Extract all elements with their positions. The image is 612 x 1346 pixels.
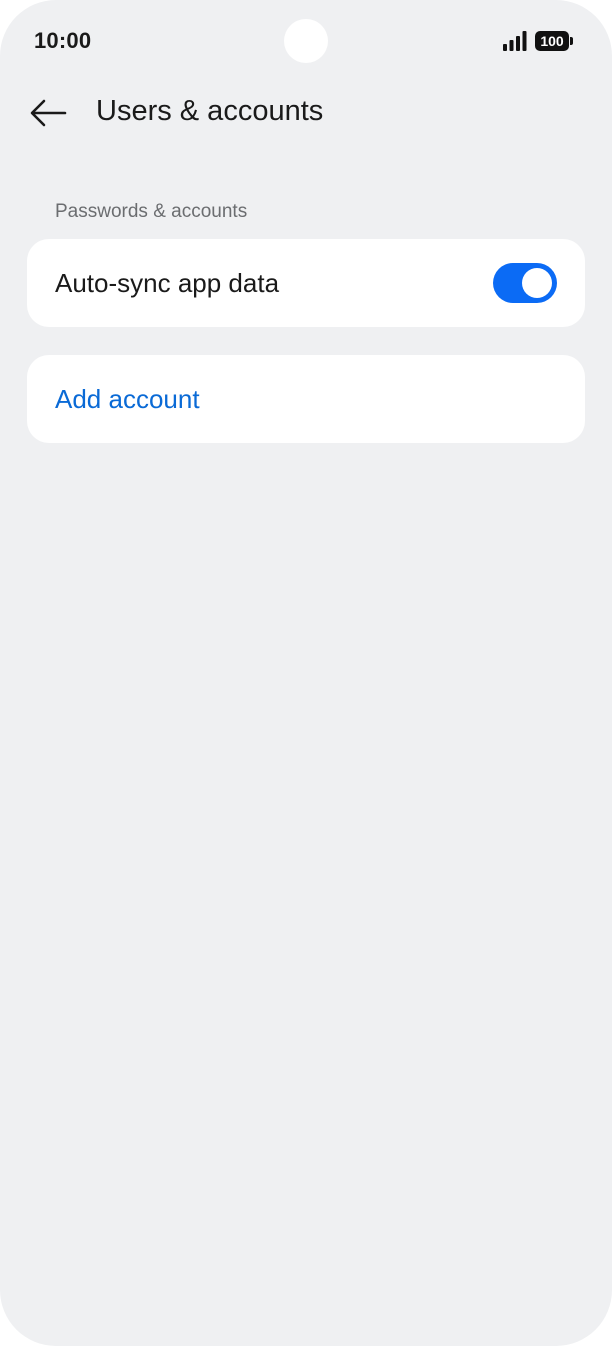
signal-bars-icon [503, 31, 527, 51]
add-account-label: Add account [55, 384, 200, 414]
back-button[interactable] [24, 89, 72, 137]
arrow-left-icon [30, 99, 67, 127]
page-title: Users & accounts [96, 95, 324, 127]
camera-cutout [284, 19, 328, 63]
auto-sync-toggle[interactable] [493, 263, 557, 303]
section-header-passwords-accounts: Passwords & accounts [55, 201, 248, 222]
add-account-button[interactable]: Add account [27, 355, 585, 443]
battery-tip [570, 37, 573, 45]
auto-sync-row[interactable]: Auto-sync app data [27, 239, 585, 327]
battery-level: 100 [535, 31, 569, 51]
toggle-knob [522, 268, 552, 298]
phone-screen: 10:00 100 Users & accounts Passwords & a… [0, 0, 612, 1346]
auto-sync-label: Auto-sync app data [55, 268, 280, 298]
battery-icon: 100 [535, 31, 573, 51]
status-time: 10:00 [34, 28, 92, 53]
